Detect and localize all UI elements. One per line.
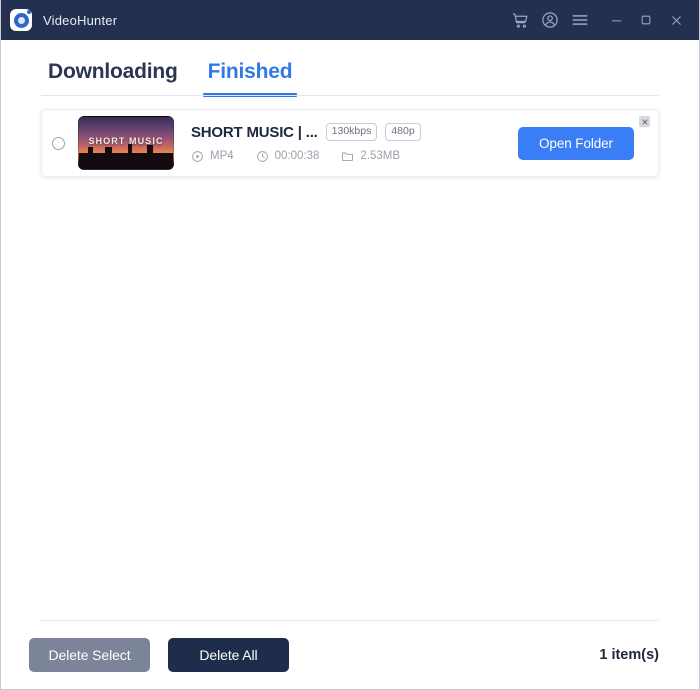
tab-downloading[interactable]: Downloading	[48, 60, 178, 97]
video-title: SHORT MUSIC | ...	[191, 123, 318, 141]
filesize-label: 2.53MB	[360, 150, 401, 163]
video-thumbnail: SHORT MUSIC	[78, 116, 174, 170]
maximize-icon[interactable]	[631, 5, 661, 35]
filesize-meta: 2.53MB	[341, 150, 400, 163]
tabs-divider	[41, 95, 659, 96]
app-window: VideoHunter Downloading Finished SHORT M…	[0, 0, 700, 690]
download-list: SHORT MUSIC SHORT MUSIC | ... 130kbps 48…	[1, 97, 699, 620]
open-folder-button[interactable]: Open Folder	[518, 126, 634, 160]
delete-all-button[interactable]: Delete All	[168, 638, 289, 672]
app-title: VideoHunter	[43, 12, 118, 28]
titlebar: VideoHunter	[1, 0, 699, 40]
item-select-radio[interactable]	[52, 136, 65, 150]
resolution-badge: 480p	[385, 123, 421, 141]
close-icon[interactable]	[661, 5, 691, 35]
thumbnail-caption: SHORT MUSIC	[88, 136, 164, 147]
duration-meta: 00:00:38	[256, 150, 320, 163]
clock-icon	[256, 150, 269, 163]
tab-list: Downloading Finished	[1, 60, 699, 97]
tabs-bar: Downloading Finished	[1, 40, 699, 97]
delete-select-button[interactable]: Delete Select	[29, 638, 150, 672]
folder-icon	[341, 150, 354, 163]
item-title-row: SHORT MUSIC | ... 130kbps 480p	[191, 123, 518, 141]
remove-item-close-icon[interactable]	[639, 116, 650, 127]
duration-label: 00:00:38	[274, 150, 320, 163]
item-count-label: 1 item(s)	[599, 647, 659, 663]
minimize-icon[interactable]	[601, 5, 631, 35]
footer-bar: Delete Select Delete All 1 item(s)	[1, 621, 699, 689]
tab-finished[interactable]: Finished	[202, 60, 298, 97]
item-meta-row: MP4 00:00:38 2.53MB	[191, 150, 518, 163]
account-circle-icon[interactable]	[535, 5, 565, 35]
hamburger-menu-icon[interactable]	[565, 5, 595, 35]
bitrate-badge: 130kbps	[325, 123, 378, 141]
shopping-cart-icon[interactable]	[505, 5, 535, 35]
item-info: SHORT MUSIC | ... 130kbps 480p MP4 00:00…	[191, 123, 518, 163]
format-label: MP4	[210, 150, 234, 163]
play-circle-icon	[191, 150, 204, 163]
format-meta: MP4	[191, 150, 234, 163]
videohunter-logo-icon	[10, 9, 32, 31]
download-item[interactable]: SHORT MUSIC SHORT MUSIC | ... 130kbps 48…	[41, 109, 659, 177]
